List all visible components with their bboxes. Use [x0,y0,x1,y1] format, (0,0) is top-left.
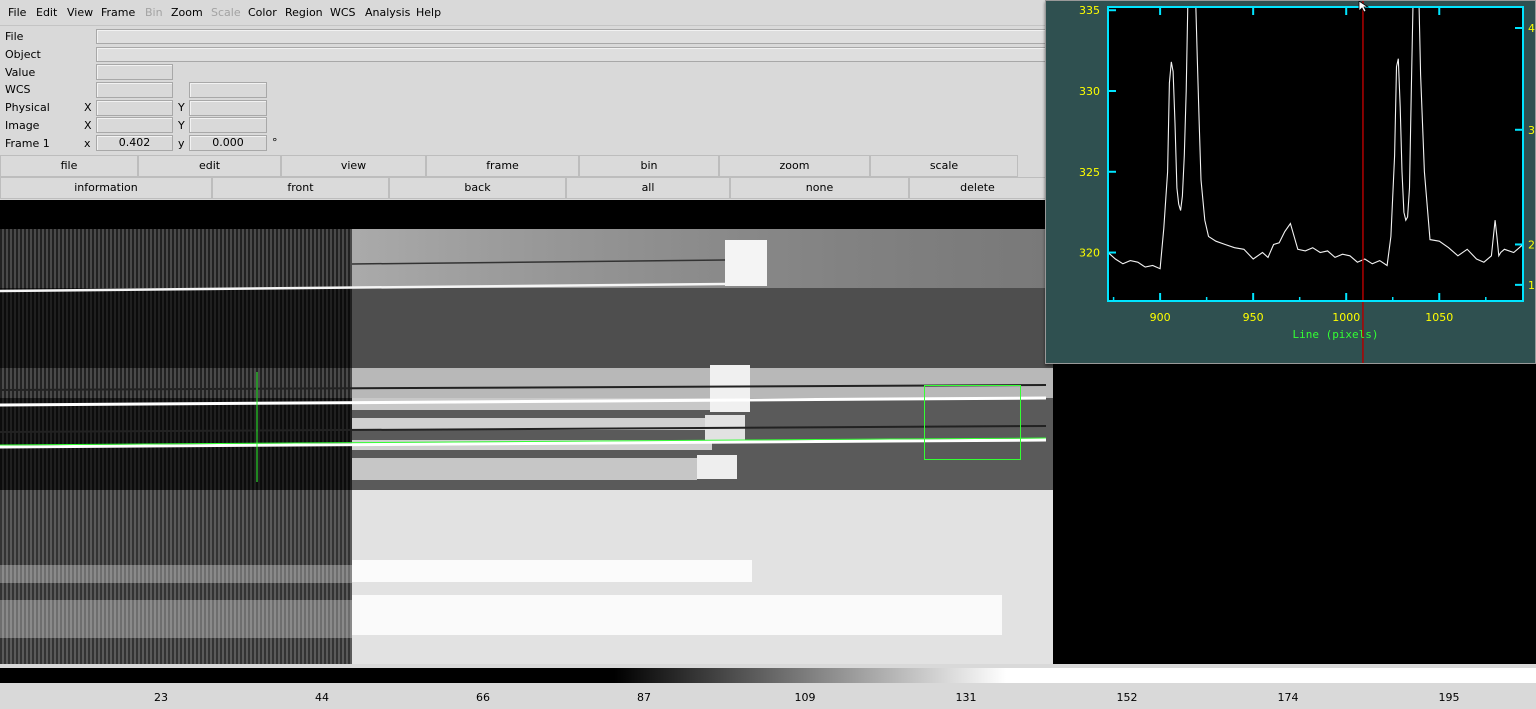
colorbar-tick-label: 87 [637,691,651,704]
physical-y-field [189,100,267,116]
x-tick-label: 900 [1150,311,1171,324]
x-tick-label: 1050 [1425,311,1453,324]
frame-button[interactable]: frame [426,155,579,177]
menu-color[interactable]: Color [248,6,277,19]
physical-label: Physical [5,101,50,114]
menu-bin: Bin [145,6,163,19]
main-button-bar: file edit view frame bin zoom scale [0,155,1046,177]
image-label: Image [5,119,40,132]
frame-x-label: x [84,137,91,150]
menu-analysis[interactable]: Analysis [365,6,410,19]
colorbar-tick-label: 66 [476,691,490,704]
image-band [0,368,352,398]
information-button[interactable]: information [0,177,212,199]
image-band [0,600,352,638]
image-x-field [96,117,173,133]
x-tick-label: 1000 [1332,311,1360,324]
image-band [0,229,352,288]
file-button[interactable]: file [0,155,138,177]
y-tick-label: 330 [1079,85,1100,98]
y-tick-label: 335 [1079,4,1100,17]
menu-wcs[interactable]: WCS [330,6,356,19]
value-field [96,64,173,80]
view-button[interactable]: view [281,155,426,177]
image-patch [725,240,767,286]
right-tick-label: 30 [1528,124,1536,137]
image-band [352,288,1053,368]
front-button[interactable]: front [212,177,389,199]
menu-help[interactable]: Help [416,6,441,19]
x-axis-label: Line (pixels) [1292,328,1378,341]
frame-y-label: y [178,137,185,150]
colorbar [0,668,1536,683]
image-band [352,458,697,480]
all-button[interactable]: all [566,177,730,199]
colorbar-gradient [0,668,1536,683]
colorbar-tick-label: 174 [1277,691,1299,704]
image-band [0,288,352,368]
image-patch [710,365,750,412]
image-patch [697,455,737,479]
frame-label: Frame 1 [5,137,50,150]
right-tick-label: 20 [1528,238,1536,251]
back-button[interactable]: back [389,177,566,199]
physical-x-field [96,100,173,116]
image-x-label: X [84,119,92,132]
image-band [0,565,352,583]
colorbar-tick-label: 23 [154,691,168,704]
file-label: File [5,30,24,43]
x-tick-label: 950 [1243,311,1264,324]
image-band [352,560,752,582]
image-band [352,229,1053,288]
menu-region[interactable]: Region [285,6,323,19]
physical-y-label: Y [178,101,185,114]
frame-x-field: 0.402 [96,135,173,151]
wcs-label: WCS [5,83,31,96]
y-tick-label: 320 [1079,247,1100,260]
wcs-field-1 [96,82,173,98]
projection-plot-window[interactable]: 900 950 1000 1050 320 325 330 335 10 20 30 40 Line (… [1045,0,1536,364]
colorbar-tick-label: 152 [1116,691,1138,704]
image-band [352,368,1053,398]
menu-frame[interactable]: Frame [101,6,135,19]
frame-y-field: 0.000 [189,135,267,151]
colorbar-tick-label: 195 [1438,691,1460,704]
object-field [96,47,1046,62]
image-y-field [189,117,267,133]
menu-scale: Scale [211,6,241,19]
image-band [352,595,1002,635]
colorbar-tick-label: 131 [955,691,977,704]
sub-button-bar: information front back all none delete [0,177,1046,199]
file-field [96,29,1046,44]
right-tick-label: 10 [1528,279,1536,292]
y-tick-label: 325 [1079,166,1100,179]
image-patch [705,415,745,443]
delete-button[interactable]: delete [909,177,1046,199]
colorbar-tick-label: 109 [794,691,816,704]
physical-x-label: X [84,101,92,114]
bin-button[interactable]: bin [579,155,719,177]
edit-button[interactable]: edit [138,155,281,177]
menu-edit[interactable]: Edit [36,6,57,19]
wcs-field-2 [189,82,267,98]
scale-button[interactable]: scale [870,155,1018,177]
menu-zoom[interactable]: Zoom [171,6,203,19]
value-label: Value [5,66,36,79]
menu-file[interactable]: File [8,6,26,19]
object-label: Object [5,48,41,61]
image-y-label: Y [178,119,185,132]
zoom-button[interactable]: zoom [719,155,870,177]
plot-area[interactable] [1108,7,1523,301]
menu-view[interactable]: View [67,6,93,19]
right-tick-label: 40 [1528,22,1536,35]
none-button[interactable]: none [730,177,909,199]
colorbar-tick-label: 44 [315,691,329,704]
projection-plot[interactable]: 900 950 1000 1050 320 325 330 335 10 20 30 40 Line (… [1046,1,1536,364]
degree-label: ° [272,136,278,149]
